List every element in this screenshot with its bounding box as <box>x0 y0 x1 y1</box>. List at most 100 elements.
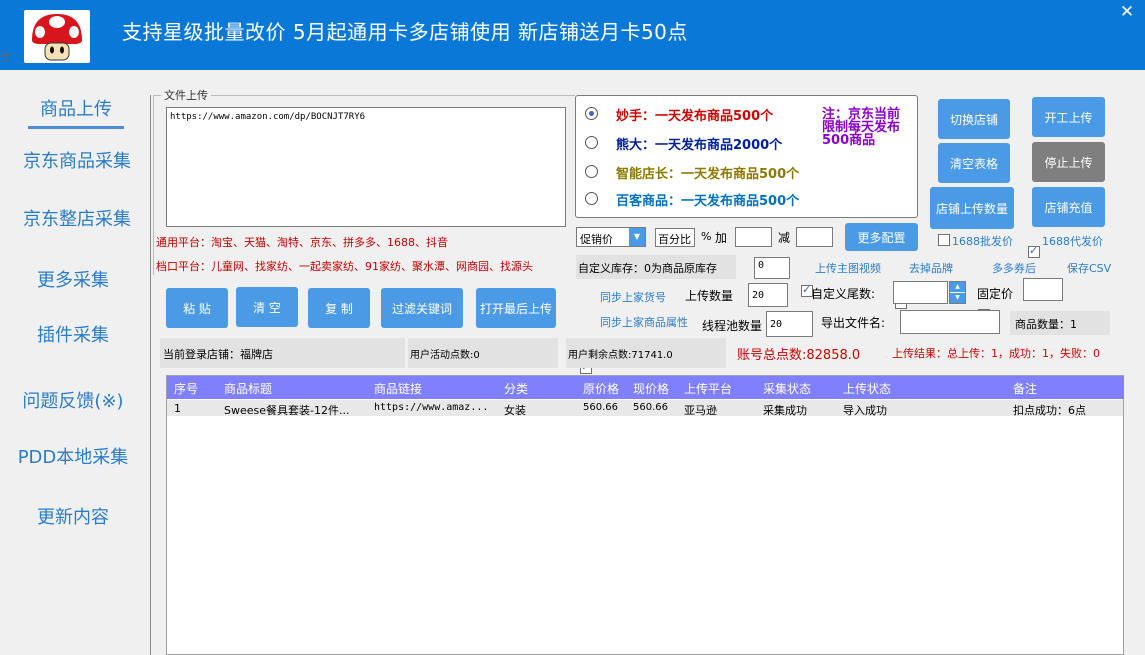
remove-brand-label: 去掉品牌 <box>909 262 953 275</box>
nav-item-product-upload[interactable]: 商品上传 <box>28 95 124 121</box>
upload-count-input[interactable]: 20 <box>748 283 788 307</box>
save-csv-label: 保存CSV <box>1067 262 1112 275</box>
minus-label: 减 <box>778 231 791 245</box>
add-label: 加 <box>715 231 728 245</box>
file-upload-group-label: 文件上传 <box>161 87 211 103</box>
shop-upload-count-button[interactable]: 店铺上传数量 <box>930 187 1014 229</box>
spin-down-icon[interactable]: ▼ <box>950 293 965 303</box>
plan-radio-xiongda[interactable] <box>585 136 598 149</box>
cell-remark: 扣点成功：6点 <box>1013 404 1086 417</box>
jd-limit-note: 注：京东当前限制每天发布500商品 <box>822 107 901 148</box>
col-title[interactable]: 商品标题 <box>224 380 272 397</box>
custom-tail-input[interactable] <box>893 281 948 304</box>
price-mode-select[interactable]: 百分比 <box>655 228 695 247</box>
clear-button[interactable]: 清 空 <box>236 287 298 327</box>
col-current-price[interactable]: 现价格 <box>633 380 669 397</box>
thread-pool-label: 线程池数量 <box>702 319 763 333</box>
nav-separator <box>150 95 151 655</box>
col-link[interactable]: 商品链接 <box>374 380 422 397</box>
paste-button[interactable]: 粘 贴 <box>166 288 228 328</box>
plan-radio-smart-manager[interactable] <box>585 165 598 178</box>
start-upload-button[interactable]: 开工上传 <box>1032 97 1105 137</box>
plan-label-miaoshou: 妙手：一天发布商品500个 <box>616 109 774 124</box>
clear-table-button[interactable]: 清空表格 <box>938 143 1010 183</box>
col-platform[interactable]: 上传平台 <box>684 380 732 397</box>
custom-tail-spinner[interactable]: ▲ ▼ <box>949 281 966 304</box>
custom-stock-input[interactable]: 0 <box>754 257 790 279</box>
plan-label-smart-manager: 智能店长：一天发布商品500个 <box>616 167 800 182</box>
spin-up-icon[interactable]: ▲ <box>950 282 965 292</box>
url-textarea[interactable]: https://www.amazon.com/dp/BOCNJT7RY6 <box>166 107 566 227</box>
open-last-upload-button[interactable]: 打开最后上传 <box>476 288 556 328</box>
general-platforms-text: 通用平台：淘宝、天猫、淘特、京东、拼多多、1688、抖音 <box>156 236 448 249</box>
col-category[interactable]: 分类 <box>504 380 528 397</box>
wholesale-1688-label: 1688批发价 <box>952 235 1013 248</box>
fixed-price-input[interactable] <box>1023 278 1063 301</box>
cell-original-price: 560.66 <box>583 402 618 413</box>
multi-coupon-label: 多多券后 <box>992 262 1036 275</box>
product-count: 商品数量：1 <box>1010 311 1110 335</box>
nav-item-feedback[interactable]: 问题反馈(※) <box>8 387 138 413</box>
mushroom-logo-icon <box>24 10 90 63</box>
price-type-value: 促销价 <box>580 233 613 246</box>
col-index[interactable]: 序号 <box>174 380 198 397</box>
table-header: 序号 商品标题 商品链接 分类 原价格 现价格 上传平台 采集状态 上传状态 备… <box>167 376 1124 399</box>
cell-current-price: 560.66 <box>633 402 668 413</box>
col-upload-status[interactable]: 上传状态 <box>843 380 891 397</box>
user-remaining-points: 用户剩余点数:71741.0 <box>566 338 726 368</box>
left-edge-glyph: 全 <box>0 50 11 63</box>
thread-pool-input[interactable]: 20 <box>766 311 813 337</box>
copy-button[interactable]: 复 制 <box>308 288 370 328</box>
wholesale-1688-checkbox[interactable] <box>938 234 950 246</box>
sync-sku-label: 同步上家货号 <box>600 291 666 304</box>
cell-platform: 亚马逊 <box>684 404 717 417</box>
plan-radio-miaoshou[interactable] <box>585 107 598 120</box>
col-original-price[interactable]: 原价格 <box>583 380 619 397</box>
user-activity-points: 用户活动点数:0 <box>408 338 558 368</box>
stop-upload-button[interactable]: 停止上传 <box>1032 142 1105 182</box>
chevron-down-icon[interactable]: ▼ <box>629 228 645 246</box>
upload-result-status: 上传结果：总上传：1，成功：1，失败：0 <box>892 347 1100 360</box>
minus-amount-input[interactable] <box>796 227 833 247</box>
add-amount-input[interactable] <box>735 227 772 247</box>
nav-item-jd-collect[interactable]: 京东商品采集 <box>12 147 142 173</box>
nav-item-more-collect[interactable]: 更多采集 <box>8 266 138 292</box>
cell-index: 1 <box>174 402 181 415</box>
cell-upload-status: 导入成功 <box>843 404 887 417</box>
filter-keywords-button[interactable]: 过滤关键词 <box>381 288 463 328</box>
custom-stock-label: 自定义库存：0为商品原库存 <box>576 255 736 279</box>
custom-tail-label: 自定义尾数: <box>811 287 876 301</box>
close-icon[interactable]: ✕ <box>1116 1 1138 23</box>
stall-platforms-text: 档口平台：儿童网、找家纺、一起卖家纺、91家纺、聚水潭、网商园、找源头 <box>156 260 533 273</box>
col-collect-status[interactable]: 采集状态 <box>763 380 811 397</box>
upload-main-video-label: 上传主图视频 <box>815 262 881 275</box>
dropship-1688-checkbox[interactable] <box>1028 244 1040 258</box>
cell-category: 女装 <box>504 404 526 417</box>
nav-item-plugin-collect[interactable]: 插件采集 <box>8 321 138 347</box>
col-remark[interactable]: 备注 <box>1013 380 1037 397</box>
upload-count-label: 上传数量 <box>685 289 734 303</box>
export-name-input[interactable] <box>900 310 1000 334</box>
sync-attrs-label: 同步上家商品属性 <box>600 316 688 329</box>
nav-item-update-log[interactable]: 更新内容 <box>8 503 138 529</box>
plan-label-xiongda: 熊大：一天发布商品2000个 <box>616 138 783 153</box>
cell-title: Sweese餐具套装-12件... <box>224 404 350 417</box>
current-shop-status: 当前登录店铺：福牌店 <box>160 338 405 368</box>
fixed-price-label: 固定价 <box>977 287 1014 301</box>
shop-recharge-button[interactable]: 店铺充值 <box>1032 187 1105 227</box>
nav-item-jd-shop-collect[interactable]: 京东整店采集 <box>12 205 142 231</box>
plan-radio-baike[interactable] <box>585 192 598 205</box>
percent-sign: % <box>701 230 712 243</box>
switch-shop-button[interactable]: 切换店铺 <box>938 99 1010 139</box>
plan-label-baike: 百客商品：一天发布商品500个 <box>616 194 800 209</box>
cell-collect-status: 采集成功 <box>763 404 807 417</box>
promo-banner: 支持星级批量改价 5月起通用卡多店铺使用 新店铺送月卡50点 <box>122 20 688 44</box>
nav-item-pdd-local-collect[interactable]: PDD本地采集 <box>8 443 138 469</box>
account-total-points: 账号总点数:82858.0 <box>737 348 861 363</box>
export-name-label: 导出文件名: <box>821 316 886 330</box>
price-type-select[interactable]: 促销价 ▼ <box>576 227 646 247</box>
nav-active-underline <box>28 126 124 129</box>
more-config-button[interactable]: 更多配置 <box>845 223 918 251</box>
cell-link: https://www.amaz... <box>374 402 489 413</box>
dropship-1688-label: 1688代发价 <box>1042 235 1103 248</box>
